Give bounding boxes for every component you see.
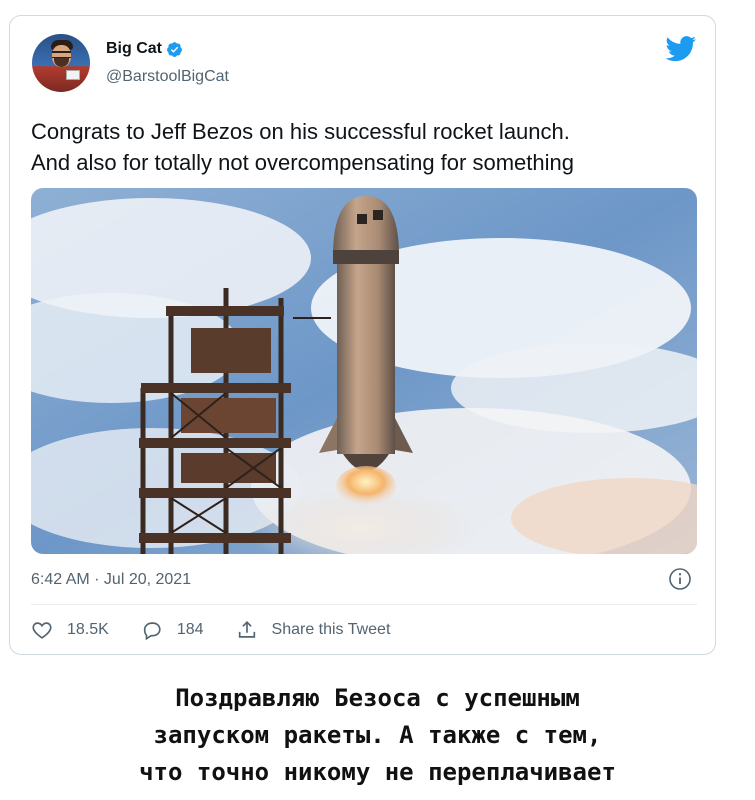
avatar[interactable] — [32, 34, 90, 92]
reply-count: 184 — [176, 621, 204, 638]
avatar-glasses — [52, 51, 71, 58]
reply-icon — [143, 622, 161, 641]
tweet-text: Congrats to Jeff Bezos on his successful… — [31, 116, 703, 178]
share-button[interactable]: Share this Tweet — [236, 619, 391, 641]
tweet-media-image[interactable] — [31, 188, 697, 554]
divider — [31, 604, 697, 605]
share-label: Share this Tweet — [271, 621, 391, 638]
tweet-text-line: Congrats to Jeff Bezos on his successful… — [31, 119, 570, 144]
rocket-launch-photo — [31, 188, 697, 554]
meme-caption: Поздравляю Безоса с успешным запуском ра… — [0, 680, 755, 791]
like-button[interactable]: 18.5K — [31, 619, 109, 641]
heart-icon — [32, 622, 52, 639]
verified-badge-icon — [167, 41, 182, 57]
author-handle[interactable]: @BarstoolBigCat — [106, 68, 229, 86]
author-name[interactable]: Big Cat — [106, 40, 162, 58]
caption-line: Поздравляю Безоса с успешным — [175, 684, 580, 712]
caption-line: запуском ракеты. А также с тем, — [153, 721, 602, 749]
tweet-actions: 18.5K 184 Share this Tweet — [31, 619, 422, 641]
twitter-bird-icon[interactable] — [665, 36, 697, 62]
like-count: 18.5K — [67, 621, 109, 638]
author-name-row[interactable]: Big Cat — [106, 40, 183, 58]
share-icon — [238, 621, 255, 638]
tweet-card: Big Cat @BarstoolBigCat Congrats to Jeff… — [9, 15, 716, 655]
tweet-text-line: And also for totally not overcompensatin… — [31, 150, 574, 175]
tweet-timestamp[interactable]: 6:42 AM · Jul 20, 2021 — [31, 571, 191, 589]
reply-button[interactable]: 184 — [141, 619, 204, 641]
caption-line: что точно никому не переплачивает — [139, 758, 616, 786]
avatar-microphone — [66, 70, 80, 80]
info-icon[interactable] — [668, 567, 692, 591]
